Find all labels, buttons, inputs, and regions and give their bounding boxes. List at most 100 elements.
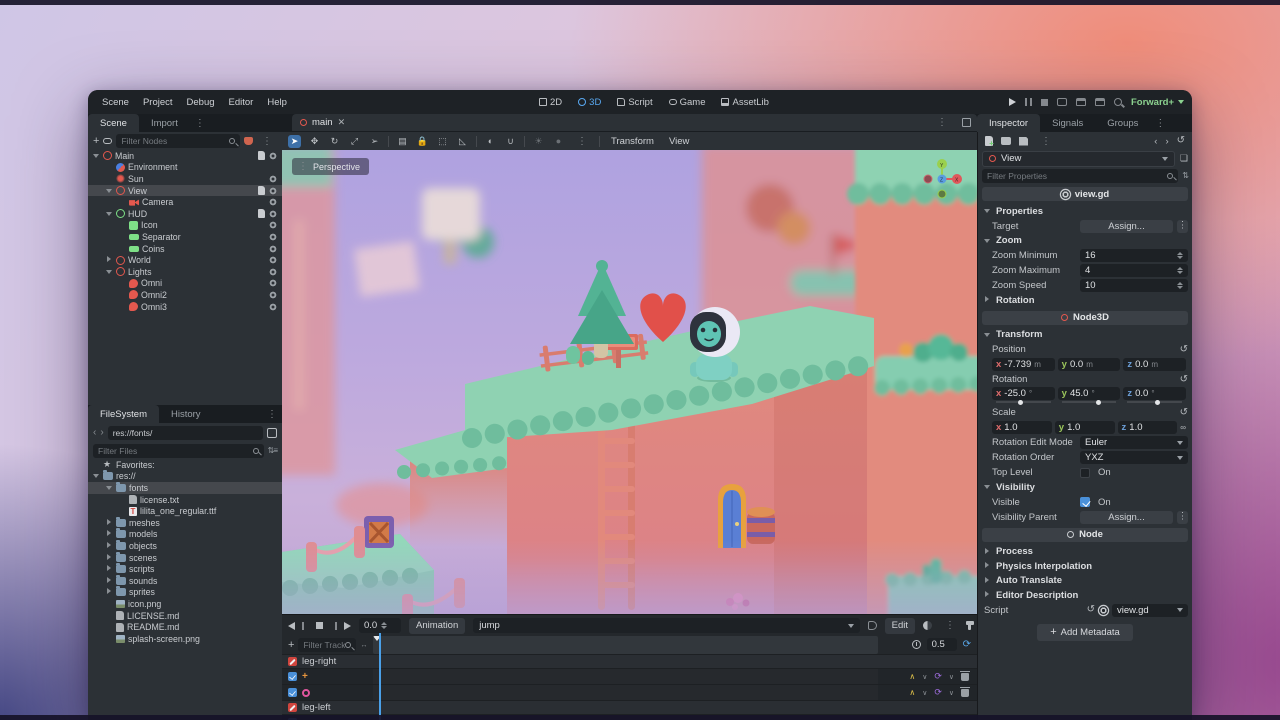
eye-visibility-icon[interactable] — [268, 232, 278, 242]
menu-help[interactable]: Help — [261, 95, 293, 110]
ruler-icon[interactable]: ◺ — [456, 135, 469, 148]
view-menu[interactable]: View — [665, 136, 693, 147]
scene-tree-row[interactable]: HUD — [88, 208, 282, 220]
workspace-game[interactable]: Game — [664, 95, 711, 110]
move-tool-icon[interactable]: ✥ — [308, 135, 321, 148]
navigation-gizmo[interactable]: Y X Z — [919, 156, 965, 202]
scene-tree-row[interactable]: Lights — [88, 266, 282, 278]
eye-visibility-icon[interactable] — [268, 290, 278, 300]
revert-icon[interactable]: ↺ — [1087, 605, 1095, 615]
pause-button[interactable] — [1025, 98, 1032, 106]
zoom-minimum-field[interactable]: 16 — [1080, 249, 1188, 262]
filesystem-row[interactable]: res:// — [88, 471, 282, 483]
play-button[interactable] — [1009, 98, 1016, 106]
scene-tree-row[interactable]: Omni — [88, 278, 282, 290]
play-anim-icon[interactable] — [344, 622, 351, 630]
section-auto-translate[interactable]: Auto Translate — [982, 574, 1188, 589]
position-x-field[interactable]: x-7.739m — [992, 358, 1055, 371]
wrap-mode-icon[interactable]: ⟳ — [934, 687, 942, 698]
snap-value-field[interactable]: 0.5 — [927, 638, 957, 651]
scale-z-field[interactable]: z1.0 — [1118, 421, 1178, 434]
group-icon[interactable]: ⬚ — [436, 135, 449, 148]
scene-tree-row[interactable]: Main — [88, 150, 282, 162]
filesystem-row[interactable]: fonts — [88, 482, 282, 494]
scene-tree-row[interactable]: Omni3 — [88, 301, 282, 313]
scene-tree-row[interactable]: Sun — [88, 173, 282, 185]
property-filter[interactable] — [982, 169, 1178, 183]
rotation-x-slider[interactable] — [996, 401, 1051, 403]
eye-visibility-icon[interactable] — [268, 186, 278, 196]
list-select-icon[interactable]: ➢ — [368, 135, 381, 148]
lock-icon[interactable]: 🔒 — [416, 135, 429, 148]
tab-filesystem[interactable]: FileSystem — [88, 405, 159, 423]
open-docs-icon[interactable]: ❏ — [1180, 153, 1188, 164]
stop-button[interactable] — [1041, 99, 1048, 106]
pin-panel-icon[interactable] — [968, 621, 971, 630]
position-y-field[interactable]: y0.0m — [1058, 358, 1121, 371]
scene-tabs-menu-icon[interactable]: ⋮ — [932, 117, 952, 128]
track-enabled-checkbox[interactable] — [288, 688, 297, 697]
animation-button[interactable]: Animation — [409, 618, 465, 634]
transform-menu[interactable]: Transform — [607, 136, 658, 147]
time-spinner[interactable] — [381, 622, 387, 629]
onion-skinning-icon[interactable] — [923, 621, 932, 630]
revert-icon[interactable]: ↺ — [1180, 345, 1188, 355]
load-resource-icon[interactable] — [1001, 137, 1011, 145]
menu-debug[interactable]: Debug — [181, 95, 221, 110]
menu-editor[interactable]: Editor — [223, 95, 260, 110]
tab-inspector[interactable]: Inspector — [977, 114, 1040, 132]
workspace-3d[interactable]: 3D — [573, 95, 606, 110]
movie-maker-icon[interactable] — [1076, 98, 1086, 106]
step-forward-icon[interactable] — [330, 622, 337, 630]
filesystem-row[interactable]: scripts — [88, 563, 282, 575]
filesystem-row[interactable]: license.txt — [88, 494, 282, 506]
track-enabled-checkbox[interactable] — [288, 672, 297, 681]
filesystem-row[interactable]: meshes — [88, 517, 282, 529]
menu-scene[interactable]: Scene — [96, 95, 135, 110]
world-icon[interactable]: ◐ — [484, 135, 497, 148]
track-filter-input[interactable] — [303, 640, 345, 650]
property-filter-input[interactable] — [987, 171, 1167, 181]
renderer-selector[interactable]: Forward+ — [1131, 97, 1184, 108]
anim-menu-icon[interactable]: ⋮ — [940, 620, 960, 631]
eye-visibility-icon[interactable] — [268, 267, 278, 277]
workspace-script[interactable]: Script — [612, 95, 657, 110]
assign-button[interactable]: Assign... — [1080, 220, 1173, 233]
loop-icon[interactable]: ⟳ — [963, 640, 971, 650]
gear-icon[interactable] — [1099, 606, 1108, 615]
tab-scene[interactable]: Scene — [88, 114, 139, 132]
scene-tab-main[interactable]: main ✕ — [292, 114, 977, 131]
script-icon[interactable] — [258, 151, 265, 160]
history-back-icon[interactable]: ‹ — [1154, 136, 1157, 147]
timeline-ruler[interactable]: + ↔ 0.5 ⟳ — [282, 636, 977, 654]
sun-settings-icon[interactable]: ☀ — [532, 135, 545, 148]
skip-start-icon[interactable] — [288, 622, 295, 630]
filesystem-row[interactable]: ★ Favorites: — [88, 459, 282, 471]
ruler-zone[interactable] — [373, 636, 878, 654]
tab-import[interactable]: Import — [139, 114, 190, 132]
eye-visibility-icon[interactable] — [268, 197, 278, 207]
eye-visibility-icon[interactable] — [268, 278, 278, 288]
filesystem-row[interactable]: sounds — [88, 575, 282, 587]
remote-debug-icon[interactable] — [1057, 98, 1067, 106]
history-forward-icon[interactable]: › — [1165, 136, 1168, 147]
scale-y-field[interactable]: y1.0 — [1055, 421, 1115, 434]
resource-menu-icon[interactable]: ⋮ — [1036, 136, 1056, 147]
section-process[interactable]: Process — [982, 545, 1188, 560]
step-back-icon[interactable] — [302, 622, 309, 630]
eye-visibility-icon[interactable] — [268, 244, 278, 254]
scale-x-field[interactable]: x1.0 — [992, 421, 1052, 434]
rotation-y-field[interactable]: y45.0° — [1058, 387, 1121, 400]
file-filter[interactable] — [93, 444, 264, 458]
current-path-field[interactable] — [108, 426, 263, 440]
category-script[interactable]: view.gd — [982, 187, 1188, 201]
animation-name-dropdown[interactable]: jump — [473, 618, 859, 633]
filesystem-row[interactable]: scenes — [88, 552, 282, 564]
scale-tool-icon[interactable]: ⤢ — [348, 135, 361, 148]
left-dock-menu-icon[interactable]: ⋮ — [190, 118, 210, 129]
file-filter-input[interactable] — [98, 446, 253, 456]
filesystem-menu-icon[interactable]: ⋮ — [262, 409, 282, 420]
keyframe-area[interactable] — [373, 685, 878, 700]
environment-settings-icon[interactable]: ● — [552, 135, 565, 148]
filter-anim-icon[interactable] — [868, 621, 877, 630]
